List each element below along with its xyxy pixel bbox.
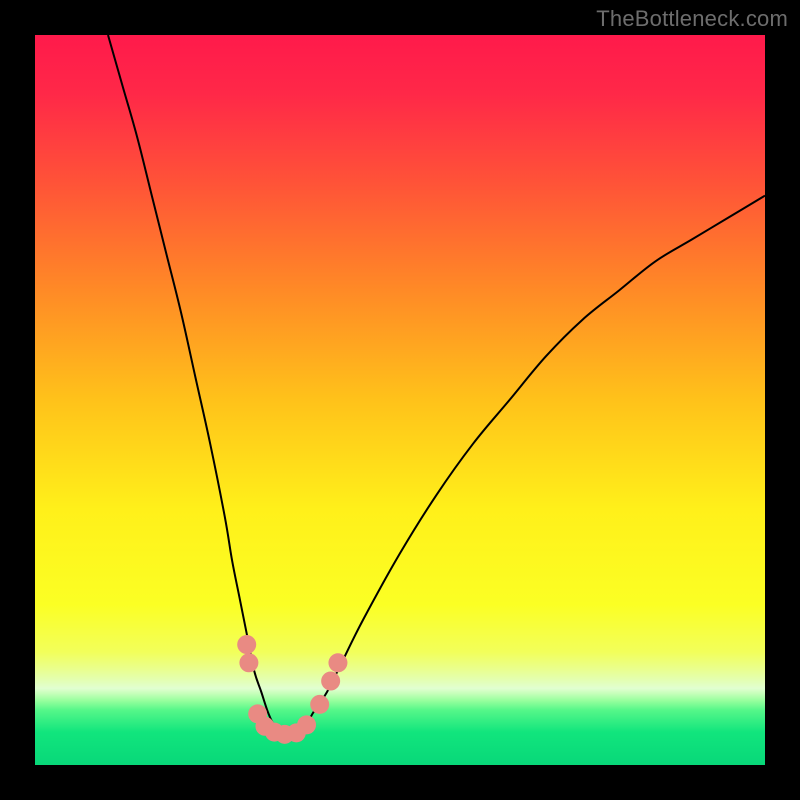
plot-area: [35, 35, 765, 765]
watermark-text: TheBottleneck.com: [596, 6, 788, 32]
marker-dot: [310, 695, 329, 714]
marker-dot: [239, 653, 258, 672]
bottleneck-markers: [237, 635, 347, 744]
right-curve: [298, 196, 765, 736]
marker-dot: [297, 715, 316, 734]
marker-dot: [328, 653, 347, 672]
left-curve: [108, 35, 283, 736]
curves-layer: [35, 35, 765, 765]
chart-frame: TheBottleneck.com: [0, 0, 800, 800]
marker-dot: [321, 672, 340, 691]
marker-dot: [237, 635, 256, 654]
